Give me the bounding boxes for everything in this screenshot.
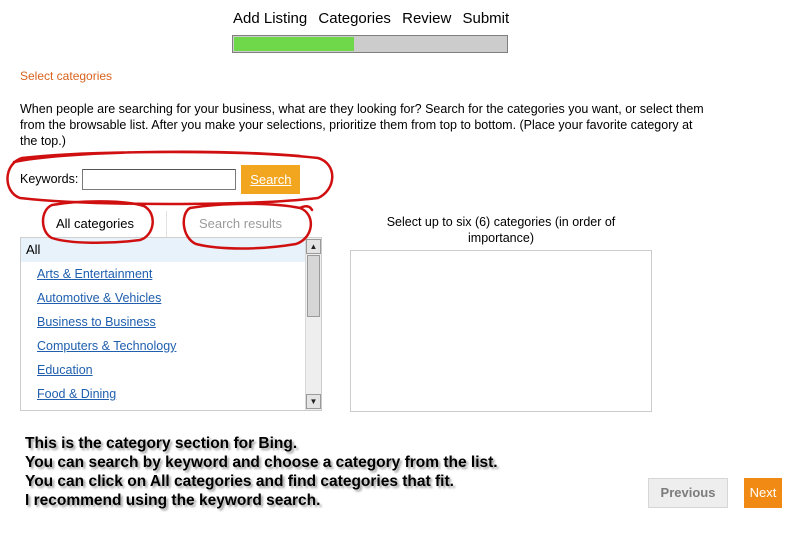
step-add-listing: Add Listing: [233, 10, 308, 27]
category-list: Arts & Entertainment Automotive & Vehicl…: [21, 262, 321, 406]
category-link[interactable]: Food & Dining: [37, 387, 116, 401]
step-submit: Submit: [462, 10, 510, 27]
tab-search-results[interactable]: Search results: [183, 211, 298, 237]
category-item: Computers & Technology: [21, 334, 321, 358]
selection-label: Select up to six (6) categories (in orde…: [386, 215, 616, 245]
category-scrollbar[interactable]: ▲ ▼: [305, 238, 321, 410]
caption-line: You can click on All categories and find…: [25, 473, 454, 490]
intro-text: When people are searching for your busin…: [20, 102, 704, 148]
category-link[interactable]: Education: [37, 363, 93, 377]
keyword-input[interactable]: [82, 168, 237, 190]
category-link[interactable]: Business to Business: [37, 315, 156, 329]
next-button[interactable]: Next: [744, 478, 782, 508]
category-item: Automotive & Vehicles: [21, 286, 321, 310]
step-review: Review: [402, 10, 452, 27]
scroll-thumb[interactable]: [307, 255, 320, 317]
step-categories: Categories: [318, 10, 391, 27]
caption-line: You can search by keyword and choose a c…: [25, 454, 498, 471]
previous-button[interactable]: Previous: [648, 478, 728, 508]
tab-all-categories[interactable]: All categories: [45, 211, 145, 237]
category-link[interactable]: Computers & Technology: [37, 339, 176, 353]
scroll-up-arrow-icon[interactable]: ▲: [306, 239, 321, 254]
tab-divider: [166, 211, 167, 237]
category-item: Arts & Entertainment: [21, 262, 321, 286]
section-title: Select categories: [20, 69, 113, 83]
category-list-header[interactable]: All: [21, 238, 321, 262]
category-link[interactable]: Automotive & Vehicles: [37, 291, 161, 305]
caption-line: This is the category section for Bing.: [25, 435, 298, 452]
progress-bar: [232, 35, 508, 53]
search-button[interactable]: Search: [241, 164, 301, 194]
step-nav: Add Listing Categories Review Submit: [233, 10, 516, 27]
category-item: Business to Business: [21, 310, 321, 334]
scroll-down-arrow-icon[interactable]: ▼: [306, 394, 321, 409]
keyword-search-row: Keywords: Search: [20, 164, 301, 194]
category-item: Food & Dining: [21, 382, 321, 406]
annotation-caption: This is the category section for Bing. Y…: [25, 434, 498, 510]
keyword-label: Keywords:: [20, 172, 79, 186]
category-list-box: All Arts & Entertainment Automotive & Ve…: [20, 238, 322, 411]
caption-line: I recommend using the keyword search.: [25, 492, 321, 509]
category-item: Education: [21, 358, 321, 382]
selected-categories-box[interactable]: [350, 250, 652, 412]
progress-fill: [234, 37, 354, 51]
category-link[interactable]: Arts & Entertainment: [37, 267, 152, 281]
